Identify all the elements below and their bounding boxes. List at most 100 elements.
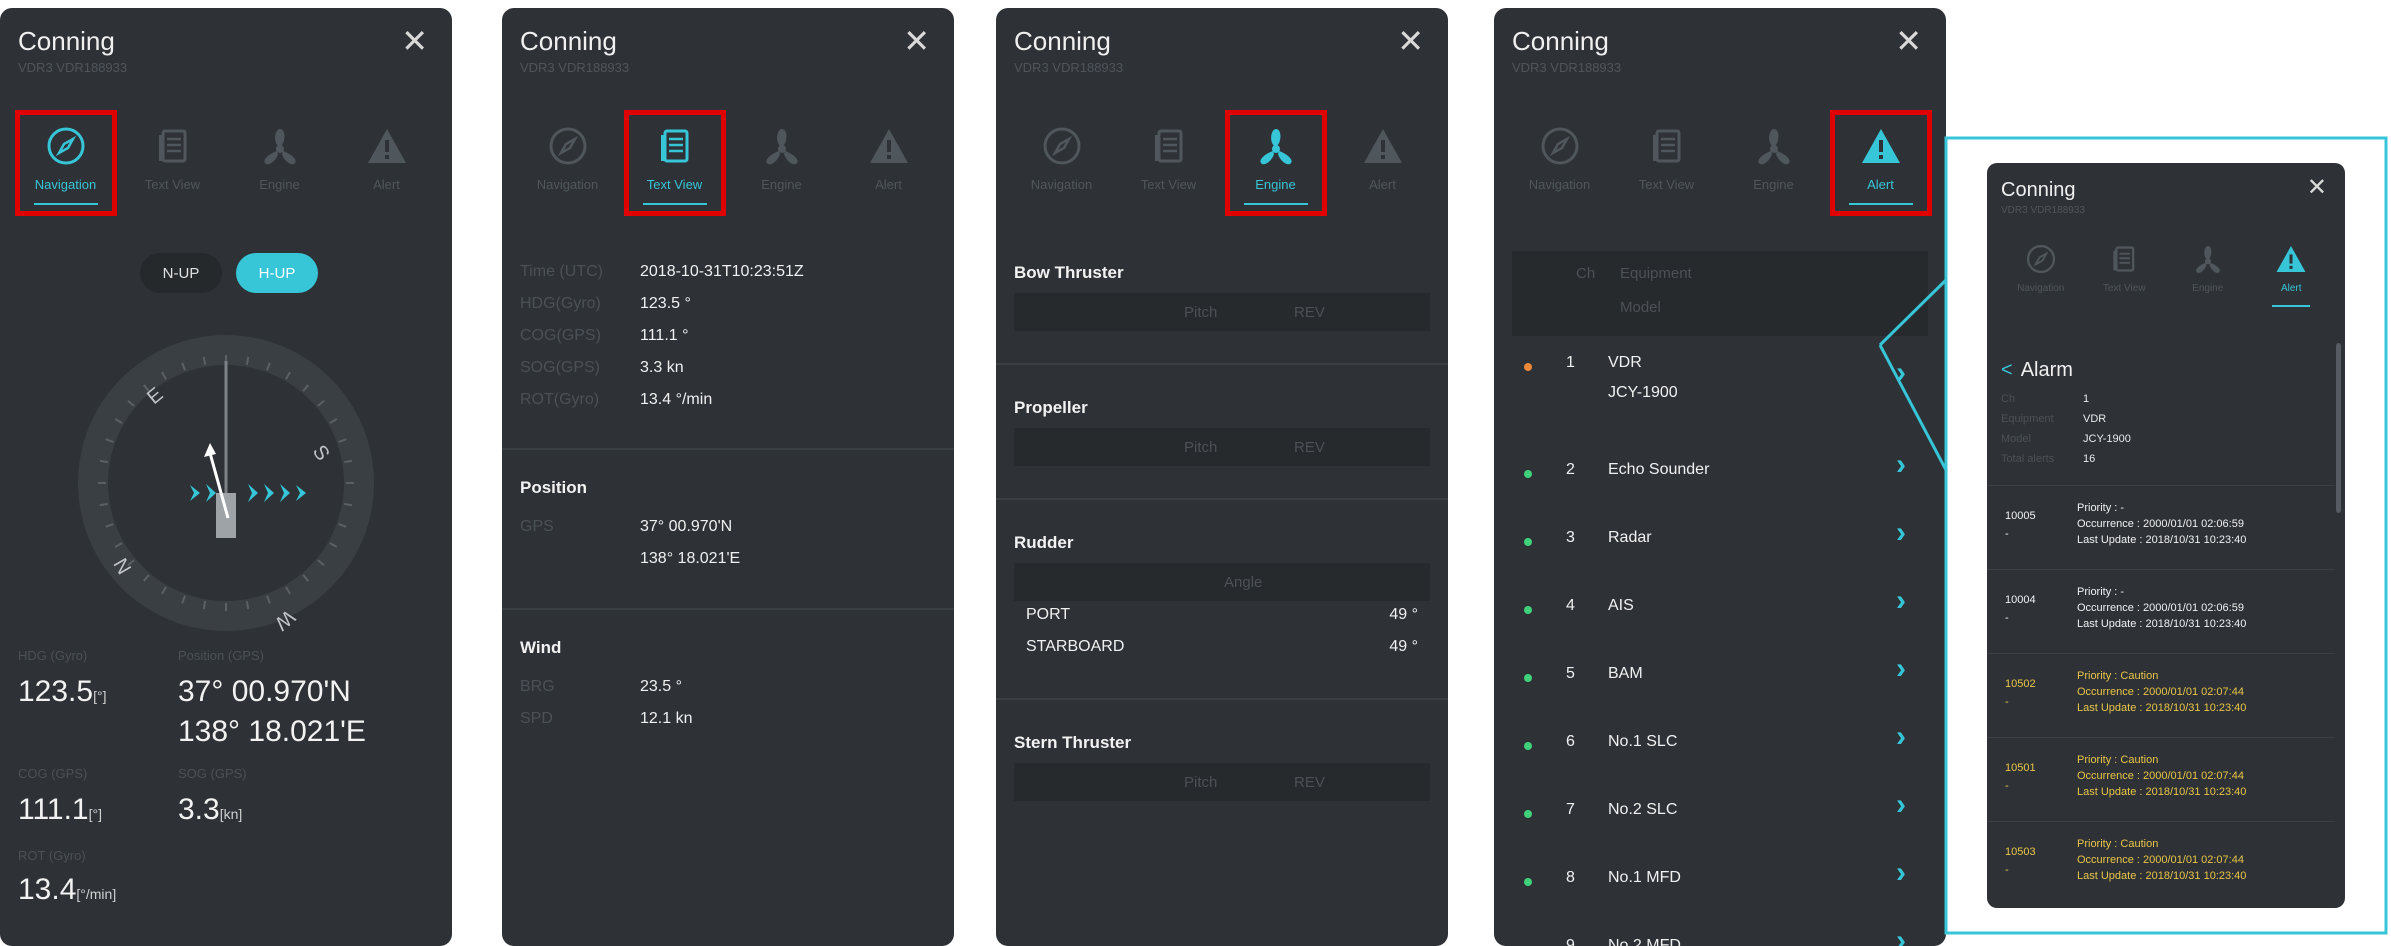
tab-alert[interactable]: Alert <box>841 113 937 213</box>
tab-label: Text View <box>2102 283 2146 294</box>
alarm-back-button[interactable]: < Alarm <box>2001 359 2073 382</box>
equipment-ch: 2 <box>1566 461 1575 478</box>
alarm-entry[interactable]: 10502 - Priority : Caution Occurrence : 200… <box>1987 653 2335 733</box>
heading-up-button[interactable]: H-UP <box>236 253 318 293</box>
hdg-readout: HDG (Gyro) 123.5[°] <box>18 648 106 709</box>
port-value: 49 ° <box>1389 606 1418 623</box>
alarm-detail-line: Last Update : 2018/10/31 10:23:40 <box>2077 702 2247 714</box>
close-icon[interactable]: ✕ <box>903 22 930 60</box>
tv-row-spd: SPD 12.1 kn <box>520 710 692 728</box>
tab-navigation[interactable]: Navigation <box>520 113 616 213</box>
status-dot <box>1524 878 1532 886</box>
compass-tick <box>245 601 250 610</box>
equipment-ch: 7 <box>1566 801 1575 818</box>
document-icon <box>1153 129 1182 163</box>
rev-header: REV <box>1294 773 1325 791</box>
tv-row-cog: COG(GPS) 111.1 ° <box>520 327 689 345</box>
compass-tick <box>344 502 353 507</box>
alarm-sub: - <box>2005 696 2009 708</box>
alarm-entry[interactable]: 10004 - Priority : - Occurrence : 2000/01/0… <box>1987 569 2335 649</box>
tab-alert[interactable]: Alert <box>339 113 435 213</box>
alarm-code: 10501 <box>2005 762 2036 774</box>
tv-key: ROT(Gyro) <box>520 391 600 408</box>
tab-engine[interactable]: Engine <box>1726 113 1822 213</box>
cog-label: COG (GPS) <box>18 766 88 781</box>
info-key: Equipment <box>2001 413 2054 425</box>
document-icon <box>157 129 186 163</box>
tab-engine[interactable]: Engine <box>734 113 830 213</box>
tab-engine[interactable]: Engine <box>232 113 328 213</box>
equipment-name: No.1 MFD <box>1608 869 1681 886</box>
alarm-sub: - <box>2005 864 2009 876</box>
tab-navigation[interactable]: Navigation <box>1014 113 1110 213</box>
compass-tick <box>99 459 108 464</box>
alarm-code: 10005 <box>2005 510 2036 522</box>
wind-section-title: Wind <box>520 638 562 657</box>
sog-unit: [kn] <box>219 806 243 822</box>
pitch-header: Pitch <box>1184 773 1218 791</box>
tv-row-hdg: HDG(Gyro) 123.5 ° <box>520 295 691 313</box>
sog-label: SOG (GPS) <box>178 766 247 781</box>
equipment-ch: 9 <box>1566 937 1575 946</box>
close-icon[interactable]: ✕ <box>401 22 428 60</box>
alarm-sub: - <box>2005 612 2009 624</box>
alarm-detail-line: Priority : - <box>2077 586 2125 598</box>
tv-value: 111.1 ° <box>640 327 689 344</box>
tab-text-view[interactable]: Text View <box>125 113 221 213</box>
tab-navigation[interactable]: Navigation <box>1512 113 1608 213</box>
tab-text-view[interactable]: Text View <box>1619 113 1715 213</box>
tab-text-view[interactable]: Text View <box>623 110 726 216</box>
equipment-text: No.1 SLC <box>1608 727 1677 757</box>
angle-header: Angle <box>1224 573 1263 591</box>
position-label: Position (GPS) <box>178 648 264 663</box>
close-icon[interactable]: ✕ <box>2307 173 2327 202</box>
alarm-details: Priority : Caution Occurrence : 2000/01/0… <box>2077 836 2246 884</box>
tab-text-view[interactable]: Text View <box>2089 235 2159 315</box>
tab-engine[interactable]: Engine <box>2173 235 2243 315</box>
compass-tick <box>344 459 353 464</box>
equipment-text: Radar <box>1608 523 1652 553</box>
alarm-info-ch: Ch 1 <box>2001 393 2089 405</box>
tab-navigation[interactable]: Navigation <box>2006 235 2076 315</box>
document-icon <box>2112 246 2135 272</box>
tab-navigation[interactable]: Navigation <box>14 110 117 216</box>
alarm-detail-line: Last Update : 2018/10/31 10:23:40 <box>2077 534 2247 546</box>
alarm-detail-panel: Conning VDR3 VDR188933 ✕ Navigation Text… <box>1987 163 2345 908</box>
alarm-entry[interactable]: 10501 - Priority : Caution Occurrence : 200… <box>1987 737 2335 817</box>
tab-label: Navigation <box>2017 283 2065 294</box>
tv-key: Time (UTC) <box>520 263 603 280</box>
alarm-sub: - <box>2005 528 2009 540</box>
tab-alert[interactable]: Alert <box>2256 235 2326 315</box>
info-value: VDR <box>2083 413 2107 425</box>
rot-label: ROT (Gyro) <box>18 848 86 863</box>
alarm-detail-line: Occurrence : 2000/01/01 02:07:44 <box>2077 854 2244 866</box>
tv-row-time: Time (UTC) 2018-10-31T10:23:51Z <box>520 263 804 281</box>
north-up-button[interactable]: N-UP <box>140 253 222 293</box>
rot-readout: ROT (Gyro) 13.4[°/min] <box>18 848 116 907</box>
tv-row-sog: SOG(GPS) 3.3 kn <box>520 359 684 377</box>
tab-text-view[interactable]: Text View <box>1121 113 1217 213</box>
alarm-detail-line: Last Update : 2018/10/31 10:23:40 <box>2077 870 2247 882</box>
hdg-value: 123.5 <box>18 675 94 708</box>
equipment-name: Radar <box>1608 529 1652 546</box>
tab-engine[interactable]: Engine <box>1224 110 1327 216</box>
tab-bar: Navigation Text View Engine Alert <box>996 110 1448 216</box>
col-ch: Ch <box>1576 265 1596 282</box>
panel-title: Conning <box>1014 26 1111 56</box>
equipment-name: No.2 MFD <box>1608 937 1681 946</box>
cog-readout: COG (GPS) 111.1[°] <box>18 766 102 827</box>
close-icon[interactable]: ✕ <box>1895 22 1922 60</box>
tab-label: Engine <box>761 177 802 192</box>
alarm-detail-line: Priority : Caution <box>2077 754 2159 766</box>
cog-unit: [°] <box>88 806 103 822</box>
tv-key: SOG(GPS) <box>520 359 601 376</box>
tab-alert[interactable]: Alert <box>1335 113 1431 213</box>
alarm-entry[interactable]: 10005 - Priority : - Occurrence : 2000/01/0… <box>1987 485 2335 565</box>
tab-label: Text View <box>1140 177 1197 192</box>
scrollbar[interactable] <box>2336 343 2341 513</box>
alarm-entry[interactable]: 10503 - Priority : Caution Occurrence : 200… <box>1987 821 2335 901</box>
position-lon: 138° 18.021'E <box>178 715 366 748</box>
close-icon[interactable]: ✕ <box>1397 22 1424 60</box>
warning-icon <box>367 129 406 163</box>
fan-icon <box>2195 246 2220 273</box>
